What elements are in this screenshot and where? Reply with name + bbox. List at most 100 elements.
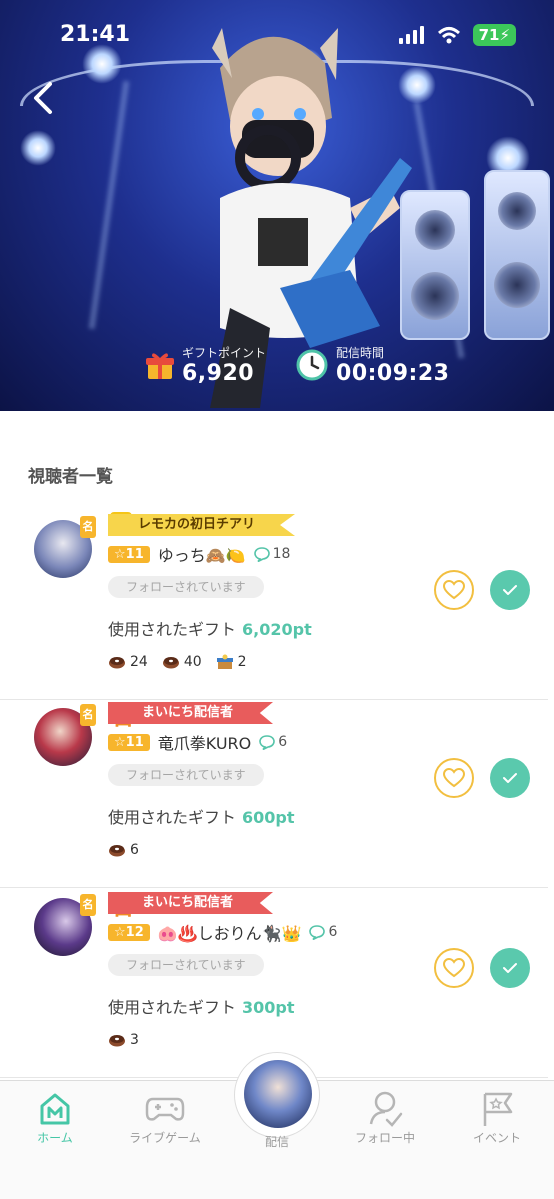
gift-item-count: 24 xyxy=(130,654,148,670)
donut-icon xyxy=(162,657,179,669)
follow-status-pill: フォローされています xyxy=(108,576,264,598)
comment-count-value: 6 xyxy=(328,924,338,940)
heart-icon xyxy=(443,768,465,788)
check-icon xyxy=(503,773,517,783)
comment-count-value: 18 xyxy=(272,546,291,562)
follow-back-button[interactable] xyxy=(490,948,530,988)
comment-bubble-icon xyxy=(259,734,276,750)
gift-items: 24 40 2 xyxy=(108,654,247,670)
comment-bubble-icon xyxy=(253,546,270,562)
gift-item-count: 6 xyxy=(130,842,139,858)
gift-summary: 使用されたギフト 300pt xyxy=(108,994,295,1018)
battery-indicator: 71⚡ xyxy=(472,24,516,46)
title-banner-text: まいにち配信者 xyxy=(108,702,274,724)
heart-icon xyxy=(443,958,465,978)
check-icon xyxy=(503,963,517,973)
viewer-name: ゆっち🙈🍋 xyxy=(157,546,246,565)
home-icon xyxy=(40,1093,70,1125)
back-chevron-icon[interactable] xyxy=(28,78,58,118)
title-banner-text: まいにち配信者 xyxy=(108,892,274,914)
viewer-row[interactable]: 名 レモカの初日チアリ ☆11 ゆっち🙈🍋 18 フォローされています 使用され… xyxy=(0,510,548,700)
gift-item: 24 xyxy=(108,654,148,670)
like-button[interactable] xyxy=(434,570,474,610)
title-banner-text: レモカの初日チアリ xyxy=(108,514,296,536)
flag-icon xyxy=(483,1092,513,1126)
gift-points-label: ギフトポイント xyxy=(182,346,267,360)
tab-following[interactable]: フォロー中 xyxy=(330,1089,440,1146)
tab-home[interactable]: ホーム xyxy=(0,1089,110,1146)
status-icons: 71⚡ xyxy=(398,24,516,46)
level-value: 12 xyxy=(125,924,144,940)
status-time: 21:41 xyxy=(60,22,131,47)
comment-count: 6 xyxy=(259,734,287,750)
gift-items: 6 xyxy=(108,842,139,858)
tab-home-label: ホーム xyxy=(37,1131,73,1145)
tab-event[interactable]: イベント xyxy=(442,1089,552,1146)
heart-icon xyxy=(443,580,465,600)
battery-level: 71 xyxy=(478,26,500,44)
gift-icon xyxy=(146,353,174,379)
level-badge: ☆11 xyxy=(108,545,150,563)
stage-light xyxy=(20,130,56,166)
stream-time-label: 配信時間 xyxy=(336,346,385,360)
gift-item: 6 xyxy=(108,842,139,858)
tab-event-label: イベント xyxy=(472,1131,521,1145)
comment-count-value: 6 xyxy=(278,734,288,750)
rank-badge: 名 xyxy=(80,516,96,538)
gift-summary: 使用されたギフト 600pt xyxy=(108,804,295,828)
donut-icon xyxy=(109,1035,125,1047)
gift-points: 300pt xyxy=(242,998,295,1017)
viewer-name-row: ☆12 🐽♨️しおりん🐈‍⬛👑 6 xyxy=(108,920,337,944)
title-banner: 名 まいにち配信者 xyxy=(108,892,274,920)
like-button[interactable] xyxy=(434,758,474,798)
like-button[interactable] xyxy=(434,948,474,988)
gift-item-count: 2 xyxy=(237,654,247,670)
follow-status-pill: フォローされています xyxy=(108,764,264,786)
gift-item: 2 xyxy=(216,654,247,670)
comment-count: 6 xyxy=(309,924,337,940)
donut-icon xyxy=(109,657,125,669)
gift-label: 使用されたギフト xyxy=(108,620,237,639)
broadcast-avatar[interactable] xyxy=(244,1060,312,1128)
gift-box-icon xyxy=(216,654,233,669)
donut-icon xyxy=(109,845,125,857)
level-value: 11 xyxy=(125,546,144,562)
gift-summary: 使用されたギフト 6,020pt xyxy=(108,616,312,640)
level-badge: ☆11 xyxy=(108,733,150,751)
follow-back-button[interactable] xyxy=(490,758,530,798)
gift-points: 6,020pt xyxy=(242,620,312,639)
light-beam xyxy=(88,80,130,330)
gift-item-count: 40 xyxy=(183,654,202,670)
section-title: 視聴者一覧 xyxy=(28,467,113,487)
comment-bubble-icon xyxy=(309,924,326,940)
gift-items: 3 xyxy=(108,1032,139,1048)
viewer-list-screen: 21:41 71⚡ ギフトポイント 6,920 配信時間 00:09:23 視聴… xyxy=(0,0,554,1199)
wifi-icon xyxy=(437,27,460,44)
stream-stats: ギフトポイント 6,920 配信時間 00:09:23 xyxy=(146,344,449,386)
title-banner: 名 まいにち配信者 xyxy=(108,702,274,730)
stream-time-value: 00:09:23 xyxy=(336,361,450,386)
tab-following-label: フォロー中 xyxy=(354,1131,415,1145)
viewer-row[interactable]: 名 名 まいにち配信者 ☆12 🐽♨️しおりん🐈‍⬛👑 6 フォローされています… xyxy=(0,890,548,1078)
tab-broadcast-label: 配信 xyxy=(264,1135,289,1149)
clock-icon xyxy=(296,349,328,381)
viewer-name: 竜爪拳KURO xyxy=(157,734,252,753)
check-icon xyxy=(503,585,517,595)
tab-live-game[interactable]: ライブゲーム xyxy=(110,1089,220,1146)
level-value: 11 xyxy=(125,734,144,750)
gift-points: 600pt xyxy=(242,808,295,827)
gift-item: 3 xyxy=(108,1032,139,1048)
level-badge: ☆12 xyxy=(108,923,150,941)
gift-label: 使用されたギフト xyxy=(108,808,237,827)
stream-time-stat: 配信時間 00:09:23 xyxy=(296,344,449,386)
gift-points-stat: ギフトポイント 6,920 xyxy=(146,344,266,386)
follow-status-pill: フォローされています xyxy=(108,954,264,976)
cellular-signal-icon xyxy=(398,26,424,44)
tab-live-game-label: ライブゲーム xyxy=(129,1131,201,1145)
viewer-name-row: ☆11 ゆっち🙈🍋 18 xyxy=(108,542,290,566)
follow-back-button[interactable] xyxy=(490,570,530,610)
speaker-right xyxy=(484,170,550,340)
stream-hero: 21:41 71⚡ ギフトポイント 6,920 配信時間 00:09:23 xyxy=(0,0,554,411)
viewer-row[interactable]: 名 名 まいにち配信者 ☆11 竜爪拳KURO 6 フォローされています 使用さ… xyxy=(0,700,548,888)
viewer-name: 🐽♨️しおりん🐈‍⬛👑 xyxy=(157,924,302,943)
